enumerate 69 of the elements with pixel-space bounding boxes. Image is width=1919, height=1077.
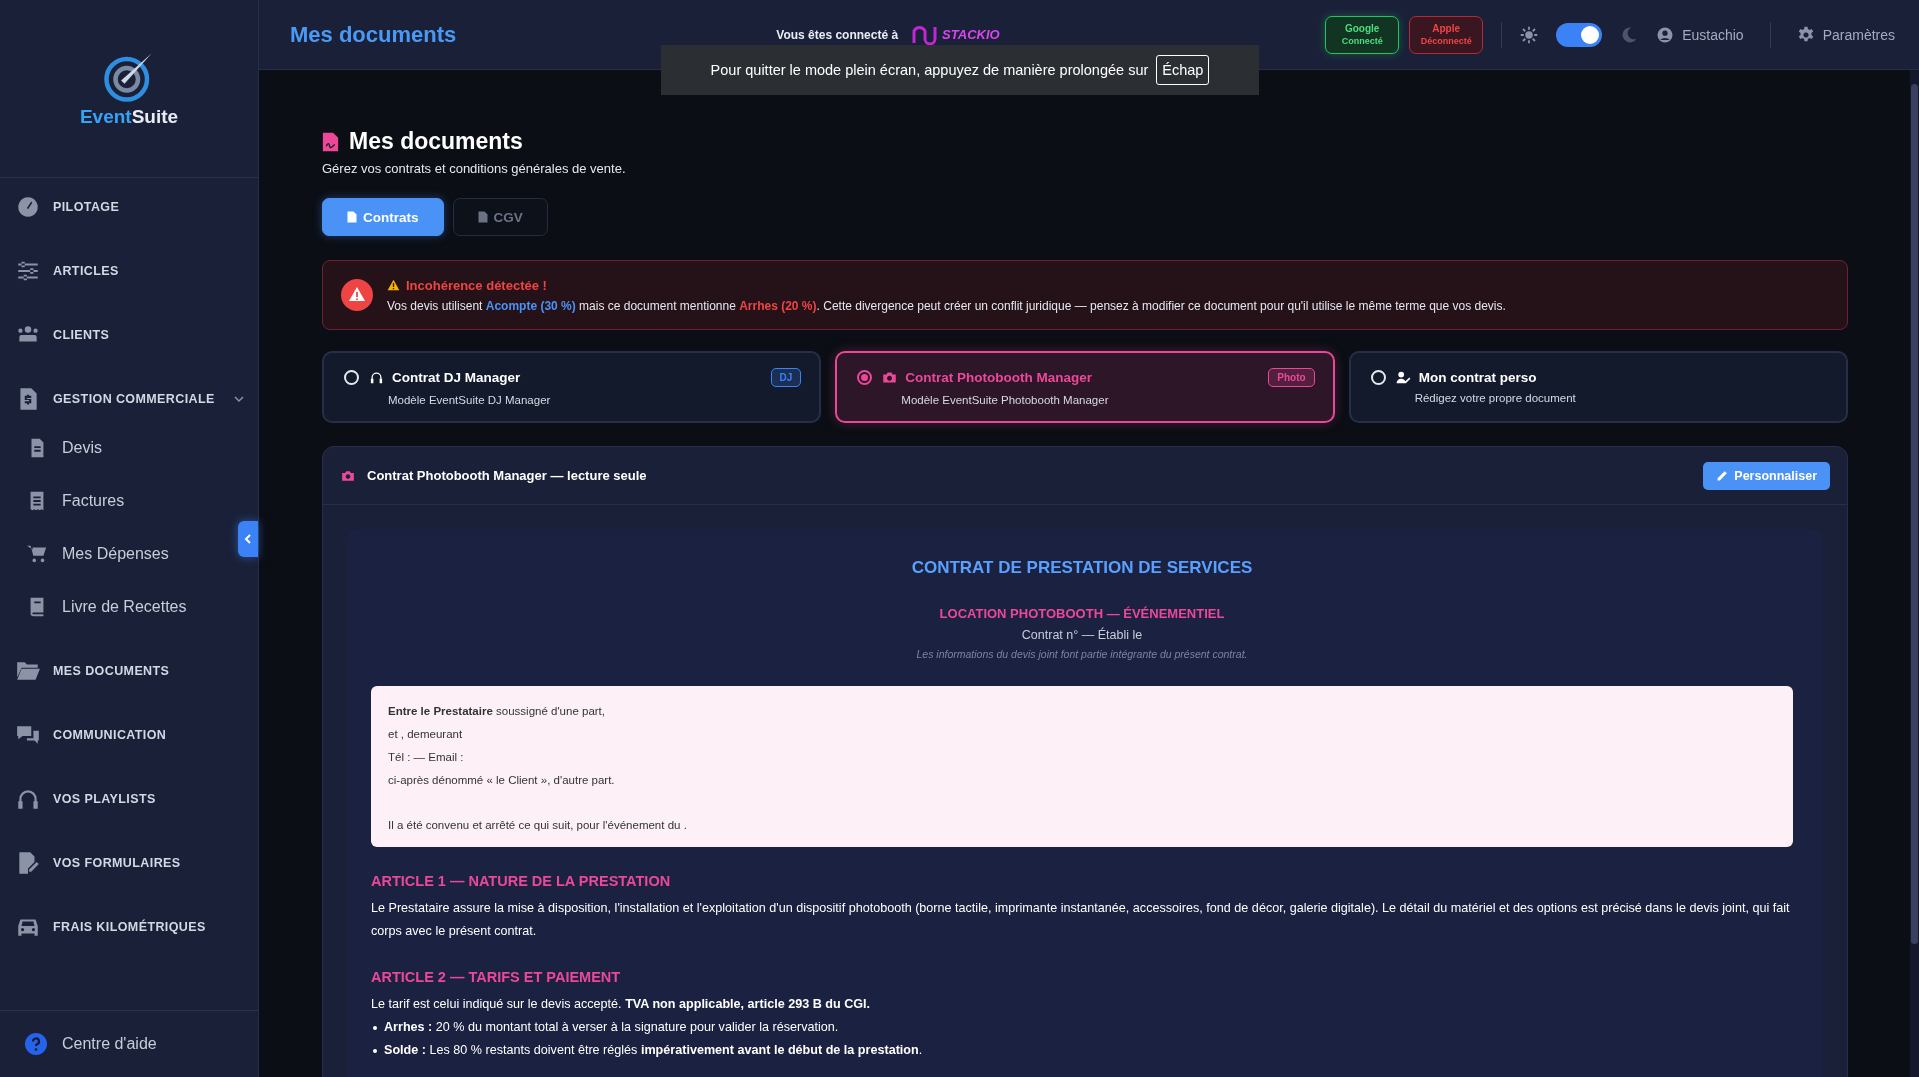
contract-note: Les informations du devis joint font partie intégrante du présent contrat.: [915, 648, 1249, 660]
nav-item[interactable]: COMMUNICATION: [0, 707, 258, 763]
settings-link[interactable]: Paramètres: [1796, 25, 1895, 44]
page-subtitle: Gérez vos contrats et conditions générales de vente.: [322, 161, 627, 176]
moon-icon: [1620, 25, 1639, 44]
theme-toggle[interactable]: [1556, 22, 1603, 47]
parties-line: Entre le Prestataire soussigné d'une part,: [388, 704, 606, 719]
nav-subitem[interactable]: Livre de Recettes: [0, 580, 195, 633]
key-label: Échap: [1156, 55, 1210, 85]
page-heading: Mes documents: [290, 21, 457, 48]
nav-subitem[interactable]: Factures: [0, 474, 133, 527]
alert-message: Vos devis utilisent Acompte (30 %) mais ce document mentionne Arrhes (20 %). Cette divergence peut créer un conflit juridique — pensez à modifier ce document pour qu'il utilise le même terme que vos devis.: [387, 298, 1506, 313]
camera-icon: [882, 370, 898, 385]
nav-subitem[interactable]: Mes Dépenses: [0, 527, 177, 580]
nav-item[interactable]: ARTICLES: [0, 243, 258, 299]
scrollbar[interactable]: [1910, 70, 1919, 1077]
gauge-icon: [15, 194, 41, 220]
help-link[interactable]: Centre d'aide: [24, 1032, 157, 1056]
parties-line: ci-après dénommé « le Client », d'autre part.: [388, 773, 616, 788]
template-card[interactable]: Contrat DJ Manager DJ Modèle EventSuite DJ Manager: [322, 351, 822, 423]
contract-meta: Contrat n° — Établi le: [1020, 628, 1144, 642]
document-icon: [347, 211, 357, 223]
document-icon: [322, 130, 339, 153]
tab[interactable]: CGV: [452, 198, 548, 236]
article-text: Le tarif est celui indiqué sur le devis accepté. TVA non applicable, article 293 B du CGI.: [371, 996, 872, 1013]
panel-title: Contrat Photobooth Manager — lecture seule: [367, 468, 647, 483]
settings-icon: [1796, 25, 1815, 44]
article-bullet: Arrhes : 20 % du montant total à verser à la signature pour valider la réservation.: [371, 1016, 1793, 1039]
brand-name: EventSuite: [79, 105, 179, 128]
nav-item[interactable]: MES DOCUMENTS: [0, 643, 258, 699]
template-card[interactable]: Mon contrat perso Rédigez votre propre document: [1348, 351, 1848, 423]
template-tag: Photo: [1268, 368, 1315, 387]
warning-icon: [387, 279, 400, 291]
contract-subtitle: LOCATION PHOTOBOOTH — ÉVÉNEMENTIEL: [938, 606, 1226, 621]
alert-title: Incohérence détectée !: [406, 277, 547, 293]
notice-text: Pour quitter le mode plein écran, appuyez de manière prolongée sur: [710, 62, 1149, 78]
nav-item[interactable]: VOS PLAYLISTS: [0, 771, 258, 827]
camera-icon: [341, 468, 355, 483]
partner-logo: STACKIO: [910, 22, 1000, 47]
user-icon: [1656, 25, 1675, 44]
user-pen-icon: [1395, 370, 1411, 385]
template-tag: DJ: [770, 368, 802, 387]
parties-line: Tél : — Email :: [388, 750, 465, 765]
sun-icon: [1520, 25, 1539, 44]
warning-icon: [341, 279, 373, 311]
document-icon: [477, 211, 488, 223]
chevron-left-icon: [243, 534, 253, 544]
collapse-button[interactable]: [238, 521, 258, 557]
nav-item[interactable]: FRAIS KILOMÉTRIQUES: [0, 899, 258, 955]
user-menu[interactable]: Eustachio: [1656, 25, 1744, 44]
nav-item[interactable]: CLIENTS: [0, 307, 258, 363]
page-title: Mes documents: [349, 128, 523, 155]
help-icon: [24, 1032, 48, 1056]
service-status-button[interactable]: Apple Déconnecté: [1409, 15, 1484, 54]
nav-item[interactable]: VOS FORMULAIRES: [0, 835, 258, 891]
article-text: Le Prestataire assure la mise à disposition, l'installation et l'exploitation d'un dispositif photobooth (borne tactile, imprimante instantanée, accessoires, fond de décor, galerie digitale). Le détail du matériel et des options est précisé dans le devis joint, qui fait corps avec le présent contrat.: [371, 900, 1791, 940]
agreement-text: Il a été convenu et arrêté ce qui suit, pour l'événement du .: [388, 818, 688, 833]
radio-button[interactable]: [857, 370, 873, 385]
article-heading: ARTICLE 2 — TARIFS ET PAIEMENT: [371, 969, 622, 985]
parties-line: et , demeurant: [388, 727, 464, 742]
headphones-icon: [369, 370, 384, 385]
service-status-button[interactable]: Google Connecté: [1325, 15, 1400, 54]
template-card[interactable]: Contrat Photobooth Manager Photo Modèle EventSuite Photobooth Manager: [835, 351, 1335, 423]
article-bullet: Solde : Les 80 % restants doivent être réglés impérativement avant le début de la prestation.: [371, 1039, 1793, 1062]
connection-label: Vous êtes connecté à: [776, 27, 899, 42]
contract-title: CONTRAT DE PRESTATION DE SERVICES: [910, 558, 1254, 578]
article-heading: ARTICLE 1 — NATURE DE LA PRESTATION: [371, 873, 672, 889]
pencil-icon: [1716, 469, 1730, 482]
nav-item[interactable]: PILOTAGE: [0, 179, 258, 235]
